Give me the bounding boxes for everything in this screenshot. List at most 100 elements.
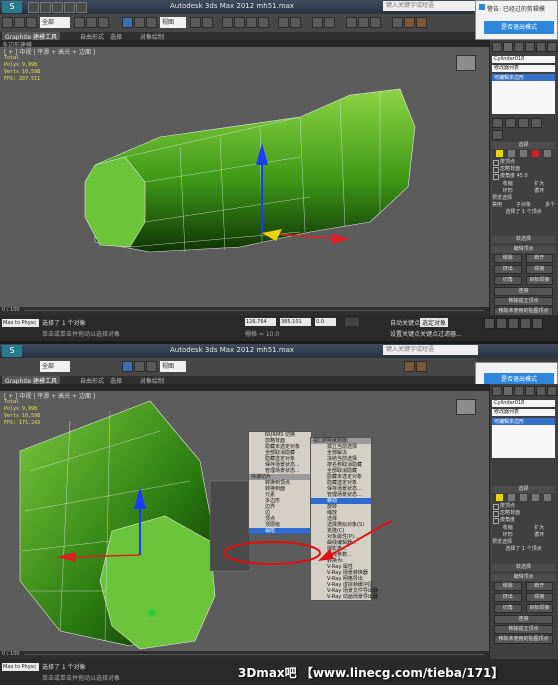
key-icon[interactable] xyxy=(345,318,359,326)
selected-dropdown[interactable]: 选定对象 xyxy=(420,318,449,327)
link-icon[interactable] xyxy=(26,17,37,28)
modify-tab-icon-2[interactable] xyxy=(503,386,513,396)
motion-tab-icon-2[interactable] xyxy=(525,386,535,396)
edge-mode-icon[interactable] xyxy=(508,150,515,157)
align-icon[interactable] xyxy=(290,17,301,28)
angle-value[interactable]: 45.0 xyxy=(517,173,528,179)
hierarchy-tab-icon-2[interactable] xyxy=(514,386,524,396)
rotate-icon-2[interactable] xyxy=(134,361,145,372)
loop-button-2[interactable]: 循环 xyxy=(534,531,544,538)
by-vertex-checkbox[interactable]: 按顶点 xyxy=(492,159,555,166)
next-frame-icon[interactable] xyxy=(520,318,531,329)
display-tab-icon[interactable] xyxy=(536,42,546,52)
grow-button-2[interactable]: 扩大 xyxy=(534,524,544,531)
set-key-button[interactable]: 设置关键点 xyxy=(390,329,420,338)
select-manipulate-icon[interactable] xyxy=(202,17,213,28)
border-mode-icon[interactable] xyxy=(520,150,527,157)
modifier-list-dropdown[interactable]: 修改器列表 xyxy=(492,65,555,72)
connect-button-2[interactable]: 连接 xyxy=(494,615,553,624)
vertex-mode-icon[interactable] xyxy=(496,150,503,157)
edit-vertices-title[interactable]: 编辑顶点 xyxy=(492,246,555,253)
by-vertex-checkbox-2[interactable]: 按顶点 xyxy=(492,503,555,510)
polygon-mode-icon[interactable] xyxy=(532,150,539,157)
display-tab-icon-2[interactable] xyxy=(536,386,546,396)
viewport[interactable]: [ + ] 中视 | 平滑 + 高光 + 边面 ] Total Polys 9,… xyxy=(0,47,489,307)
timeline-track[interactable] xyxy=(24,310,484,311)
green-mesh-model-2[interactable] xyxy=(0,391,489,651)
extrude-button[interactable]: 挤出 xyxy=(494,265,522,274)
weld-button-2[interactable]: 焊接 xyxy=(525,593,553,602)
prev-frame-icon[interactable] xyxy=(496,318,507,329)
save-file-icon[interactable] xyxy=(52,2,63,13)
play-icon[interactable] xyxy=(508,318,519,329)
hierarchy-tab-icon[interactable] xyxy=(514,42,524,52)
preview-subobject-radio[interactable]: 子对象 xyxy=(516,201,531,208)
key-filters-button[interactable]: 关键点过滤器... xyxy=(420,329,462,338)
object-name-field-2[interactable]: Cylinder018 xyxy=(492,400,555,407)
border-mode-icon-2[interactable] xyxy=(520,494,527,501)
timeline-track-2[interactable] xyxy=(24,654,484,655)
go-to-start-icon[interactable] xyxy=(484,318,495,329)
ring-button[interactable]: 环形 xyxy=(503,187,513,194)
extrude-button-2[interactable]: 挤出 xyxy=(494,593,522,602)
remove-isolated-button[interactable]: 移除孤立顶点 xyxy=(494,297,553,306)
render-setup-icon[interactable] xyxy=(392,17,403,28)
break-button-2[interactable]: 断开 xyxy=(525,582,553,591)
select-by-name-icon[interactable] xyxy=(86,17,97,28)
create-tab-icon-2[interactable] xyxy=(492,386,502,396)
ignore-backfacing-checkbox-2[interactable]: 忽略背面 xyxy=(492,510,555,517)
y-coord-field[interactable]: 385.101 xyxy=(280,318,311,326)
by-angle-checkbox-2[interactable]: 按角度 xyxy=(492,517,555,524)
selection-rollout-title[interactable]: 选择 xyxy=(492,142,555,149)
curve-editor-icon[interactable] xyxy=(346,17,357,28)
reference-coord-dropdown[interactable]: 视图 xyxy=(160,17,186,28)
shrink-button-2[interactable]: 收缩 xyxy=(503,524,513,531)
render-frame-icon[interactable] xyxy=(404,17,415,28)
stack-item-editable-poly[interactable]: 可编辑多边形 xyxy=(492,74,555,81)
show-end-result-icon[interactable] xyxy=(505,118,516,128)
element-mode-icon[interactable] xyxy=(544,150,551,157)
make-unique-icon[interactable] xyxy=(518,118,529,128)
open-file-icon[interactable] xyxy=(40,2,51,13)
ring-button-2[interactable]: 环形 xyxy=(503,531,513,538)
preview-multi-radio[interactable]: 多个 xyxy=(545,201,555,208)
selection-filter-dropdown[interactable]: 全部 xyxy=(40,17,70,28)
target-weld-button[interactable]: 目标焊接 xyxy=(525,276,553,285)
app-menu-icon[interactable]: S xyxy=(2,1,22,13)
mirror-icon[interactable] xyxy=(278,17,289,28)
remove-isolated-button-2[interactable]: 移除孤立顶点 xyxy=(494,625,553,634)
element-mode-icon-2[interactable] xyxy=(544,494,551,501)
rect-select-icon[interactable] xyxy=(98,17,109,28)
by-angle-checkbox[interactable]: 按角度 45.0 xyxy=(492,173,555,180)
preview-disabled-radio[interactable]: 禁用 xyxy=(492,201,502,208)
polygon-mode-icon-2[interactable] xyxy=(532,494,539,501)
create-tab-icon[interactable] xyxy=(492,42,502,52)
percent-snap-icon[interactable] xyxy=(246,17,257,28)
snap-icon[interactable] xyxy=(222,17,233,28)
grow-button[interactable]: 扩大 xyxy=(534,180,544,187)
maxscript-listener[interactable]: Max to Physc xyxy=(2,319,39,327)
chamfer-button[interactable]: 切角 xyxy=(494,276,522,285)
weld-button[interactable]: 焊接 xyxy=(525,265,553,274)
edit-vertices-title-2[interactable]: 编辑顶点 xyxy=(492,574,555,581)
go-to-end-icon[interactable] xyxy=(532,318,543,329)
target-weld-button-2[interactable]: 目标焊接 xyxy=(525,604,553,613)
render-icon[interactable] xyxy=(416,17,427,28)
configure-sets-icon[interactable] xyxy=(492,130,503,140)
render-icon-2[interactable] xyxy=(416,361,427,372)
utilities-tab-icon[interactable] xyxy=(547,42,557,52)
z-coord-field[interactable]: 0.0 xyxy=(315,318,336,326)
edge-mode-icon-2[interactable] xyxy=(508,494,515,501)
remove-button[interactable]: 移除 xyxy=(494,254,522,263)
green-mesh-model[interactable] xyxy=(0,47,489,307)
time-slider-2[interactable]: 0 / 100 xyxy=(0,651,489,659)
render-frame-icon-2[interactable] xyxy=(404,361,415,372)
modifier-list-dropdown-2[interactable]: 修改器列表 xyxy=(492,409,555,416)
material-editor-icon[interactable] xyxy=(370,17,381,28)
modify-tab-icon[interactable] xyxy=(503,42,513,52)
select-object-icon[interactable] xyxy=(74,17,85,28)
stack-item-editable-poly-2[interactable]: 可编辑多边形 xyxy=(492,418,555,425)
move-icon[interactable] xyxy=(122,17,133,28)
viewport-2[interactable]: [ + ] 中视 | 平滑 + 高光 + 边面 ] Total Polys 9,… xyxy=(0,391,489,651)
selection-filter-dropdown-2[interactable]: 全部 xyxy=(40,361,70,372)
